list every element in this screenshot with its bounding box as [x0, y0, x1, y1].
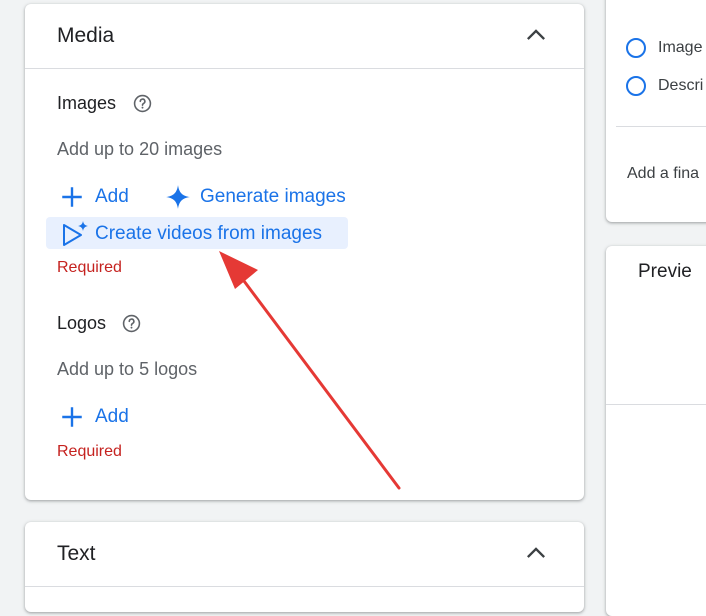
create-videos-label: Create videos from images	[95, 223, 323, 244]
media-title: Media	[57, 24, 115, 47]
chevron-up-icon[interactable]	[522, 539, 550, 567]
logos-hint: Add up to 5 logos	[57, 359, 198, 379]
generate-images-button[interactable]: Generate images	[165, 184, 346, 210]
generate-images-label: Generate images	[200, 186, 346, 207]
add-images-button[interactable]: Add	[59, 184, 129, 210]
preview-title: Previe	[638, 261, 692, 282]
option-image[interactable]: Image	[626, 38, 702, 58]
logos-label: Logos	[57, 313, 107, 333]
images-hint: Add up to 20 images	[57, 139, 223, 159]
option-description-label: Descri	[658, 77, 704, 94]
final-url-text[interactable]: Add a fina	[627, 165, 699, 183]
radio-button[interactable]	[626, 38, 646, 58]
help-icon[interactable]	[122, 314, 141, 333]
logos-required: Required	[57, 443, 122, 460]
media-card-header[interactable]: Media	[25, 4, 584, 69]
option-description[interactable]: Descri	[626, 76, 703, 96]
option-image-label: Image	[658, 39, 703, 56]
radio-button[interactable]	[626, 76, 646, 96]
divider	[616, 126, 706, 127]
add-images-label: Add	[95, 186, 129, 207]
text-title: Text	[57, 542, 96, 565]
sparkle-icon	[166, 185, 190, 209]
ad-options-card	[606, 0, 706, 222]
help-icon[interactable]	[133, 94, 152, 113]
plus-icon	[62, 407, 82, 427]
images-label: Images	[57, 93, 117, 113]
add-logos-label: Add	[95, 406, 129, 427]
preview-divider	[606, 404, 706, 405]
text-card: Text	[25, 522, 584, 612]
preview-card	[606, 246, 706, 616]
video-sparkle-icon	[63, 221, 88, 246]
add-logos-button[interactable]: Add	[59, 404, 129, 430]
chevron-up-icon[interactable]	[522, 21, 550, 49]
text-card-header[interactable]: Text	[25, 522, 584, 587]
images-required: Required	[57, 259, 122, 276]
create-videos-button[interactable]: Create videos from images	[60, 219, 322, 249]
plus-icon	[62, 187, 82, 207]
